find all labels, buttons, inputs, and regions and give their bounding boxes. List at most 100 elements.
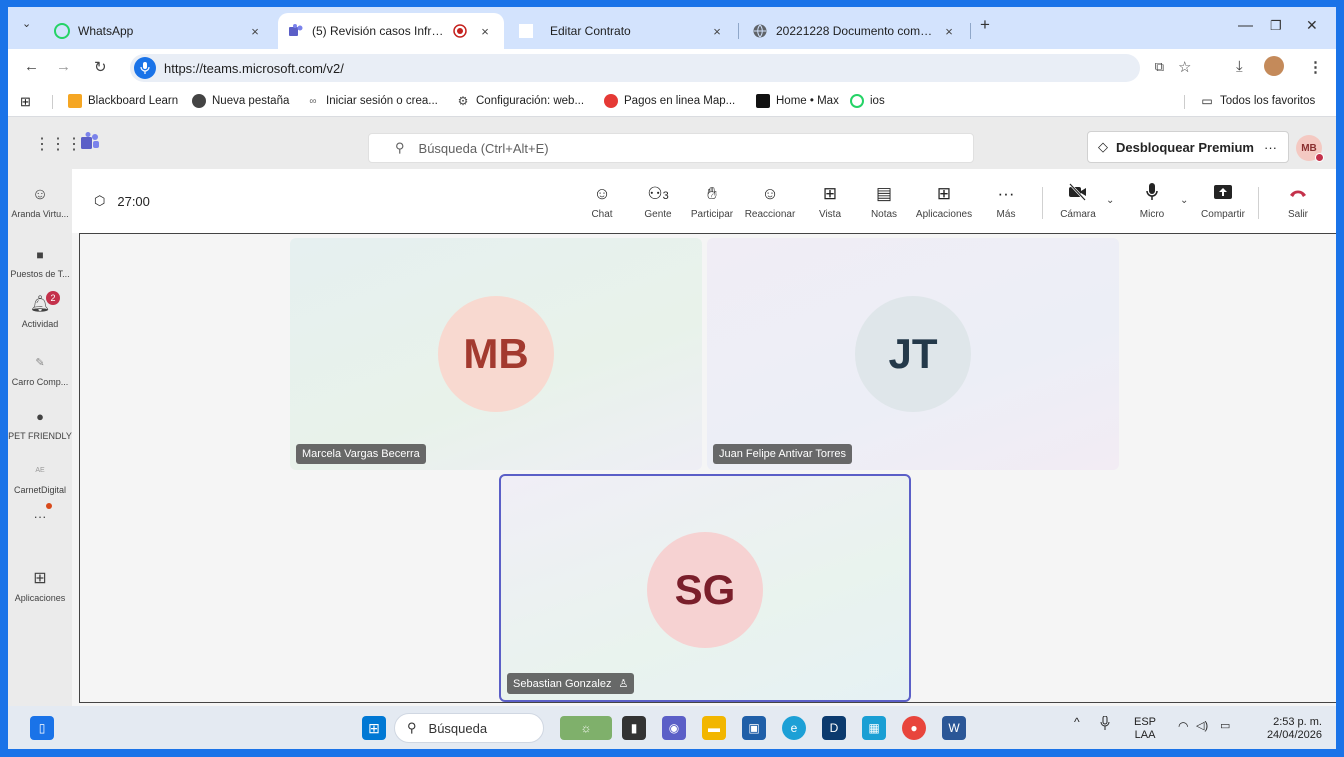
cast-icon[interactable]: ⧉ xyxy=(1155,59,1164,75)
disney-plus-icon[interactable]: D xyxy=(822,716,846,740)
camera-button[interactable]: Cámara xyxy=(1056,183,1100,220)
rail-item-actividad[interactable]: 🔔︎ 2 Actividad xyxy=(8,291,72,329)
user-avatar[interactable]: MB xyxy=(1296,135,1324,162)
notes-button[interactable]: ▤ Notas xyxy=(864,183,904,220)
teams-header: ⋮⋮⋮ ⚲ Búsqueda (Ctrl+Alt+E) ◇ Desbloquea… xyxy=(8,117,1336,169)
max-icon xyxy=(756,94,770,108)
tab-search-icon[interactable]: ⌄ xyxy=(22,17,31,30)
taskbar-search-input[interactable]: ⚲ Búsqueda xyxy=(394,713,544,743)
participant-avatar: JT xyxy=(855,296,971,412)
windows-start-icon[interactable]: ⊞ xyxy=(362,716,386,740)
task-view-icon[interactable]: ▮ xyxy=(622,716,646,740)
tab-documento[interactable]: 20221228 Documento complen × xyxy=(742,13,968,49)
rail-item-aranda[interactable]: ☺ Aranda Virtu... xyxy=(8,185,72,219)
search-icon: ⚲ xyxy=(407,720,417,735)
teams-chat-icon[interactable]: ◉ xyxy=(662,716,686,740)
participant-tile-active-speaker[interactable]: SG Sebastian Gonzalez ♙ xyxy=(499,474,911,702)
apps-button[interactable]: ⊞ Aplicaciones xyxy=(912,183,976,220)
rail-item-aplicaciones[interactable]: ⊞ Aplicaciones xyxy=(8,569,72,603)
people-button[interactable]: ⚇3 Gente xyxy=(638,183,678,220)
leave-button[interactable]: Salir xyxy=(1278,183,1318,220)
new-tab-button[interactable]: + xyxy=(980,15,990,35)
view-button[interactable]: ⊞ Vista xyxy=(810,183,850,220)
payment-icon xyxy=(604,94,618,108)
menu-kebab-icon[interactable]: ⋮ xyxy=(1308,58,1323,76)
back-arrow-icon[interactable]: ← xyxy=(24,58,39,75)
word-icon[interactable]: W xyxy=(942,716,966,740)
battery-icon[interactable]: ▭ xyxy=(1220,720,1230,733)
tray-chevron-icon[interactable]: ^ xyxy=(1074,716,1080,729)
mic-tray-icon[interactable] xyxy=(1100,715,1110,734)
more-options-icon[interactable]: ··· xyxy=(1264,140,1277,155)
react-button[interactable]: ☺ Reaccionar xyxy=(742,183,798,220)
more-icon: ··· xyxy=(33,509,47,524)
wifi-icon[interactable]: ◠ xyxy=(1178,720,1188,733)
toolbar-divider xyxy=(1258,187,1259,219)
meeting-toolbar: ⬡ 27:00 ☺ Chat ⚇3 Gente ✋︎ Participar ☺ … xyxy=(72,169,1336,233)
camera-options-chevron-icon[interactable]: ⌄ xyxy=(1106,195,1114,206)
more-button[interactable]: ··· Más xyxy=(986,183,1026,220)
bookmark-item[interactable]: Blackboard Learn xyxy=(68,94,178,108)
forward-arrow-icon[interactable]: → xyxy=(56,58,71,75)
chrome-taskbar-icon[interactable]: ● xyxy=(902,716,926,740)
rail-item-carro[interactable]: ✎ Carro Comp... xyxy=(8,353,72,387)
clock[interactable]: 2:53 p. m. 24/04/2026 xyxy=(1248,716,1322,742)
teams-search-input[interactable]: ⚲ Búsqueda (Ctrl+Alt+E) xyxy=(368,133,974,163)
mic-permission-icon[interactable] xyxy=(134,57,156,79)
bookmark-item[interactable]: Pagos en linea Map... xyxy=(604,94,735,108)
raise-hand-button[interactable]: ✋︎ Participar xyxy=(686,183,738,220)
diamond-icon: ◇ xyxy=(1098,139,1108,154)
add-apps-icon: ⊞ xyxy=(33,570,47,587)
download-icon[interactable]: ⤓ xyxy=(1236,58,1243,75)
weather-widget-icon[interactable]: ☼ xyxy=(560,716,612,740)
address-bar[interactable]: https://teams.microsoft.com/v2/ ⧉ xyxy=(130,54,1164,82)
all-bookmarks[interactable]: ▭ Todos los favoritos xyxy=(1200,94,1315,108)
shield-icon: ⬡ xyxy=(94,193,106,208)
store-icon[interactable]: ▣ xyxy=(742,716,766,740)
reload-icon[interactable]: ↻ xyxy=(94,58,107,76)
edge-icon[interactable]: e xyxy=(782,716,806,740)
notification-badge: 2 xyxy=(46,291,60,305)
rail-item-more[interactable]: ··· xyxy=(8,503,72,524)
share-button[interactable]: Compartir xyxy=(1196,183,1250,220)
participant-tile[interactable]: MB Marcela Vargas Becerra xyxy=(290,238,702,470)
bookmark-item[interactable]: ⚙ Configuración: web... xyxy=(456,94,584,108)
windows-taskbar: ▯ ⊞ ⚲ Búsqueda ☼ ▮ ◉ ▬ ▣ e D ▦ ● W ^ ESP… xyxy=(8,706,1336,749)
whatsapp-icon xyxy=(850,94,864,108)
apps-grid-icon[interactable]: ⊞ xyxy=(20,94,31,110)
tab-editar-contrato[interactable]: Editar Contrato × xyxy=(508,13,736,49)
participant-tile[interactable]: JT Juan Felipe Antivar Torres xyxy=(707,238,1119,470)
participant-avatar: SG xyxy=(647,532,763,648)
language-indicator[interactable]: ESP LAA xyxy=(1134,716,1156,742)
bookmark-item[interactable]: ∞ Iniciar sesión o crea... xyxy=(306,94,437,108)
bookmark-item[interactable]: Nueva pestaña xyxy=(192,94,289,108)
app-tile-icon[interactable]: ▦ xyxy=(862,716,886,740)
meeting-stage: MB Marcela Vargas Becerra JT Juan Felipe… xyxy=(79,233,1336,703)
profile-avatar-icon[interactable] xyxy=(1264,56,1284,76)
rail-item-carnet[interactable]: AE CarnetDigital xyxy=(8,461,72,495)
close-tab-icon[interactable]: × xyxy=(476,24,494,39)
camera-off-icon xyxy=(1056,183,1100,205)
mic-button[interactable]: Micro xyxy=(1132,183,1172,220)
app-launcher-icon[interactable]: ⋮⋮⋮ xyxy=(34,134,82,154)
volume-icon[interactable]: ◁) xyxy=(1196,720,1208,733)
bookmark-item[interactable]: ios xyxy=(850,94,885,108)
mic-options-chevron-icon[interactable]: ⌄ xyxy=(1180,195,1188,206)
widgets-icon[interactable]: ▯ xyxy=(30,716,54,740)
close-window-button[interactable]: ✕ xyxy=(1306,17,1318,34)
file-explorer-icon[interactable]: ▬ xyxy=(702,716,726,740)
tab-teams[interactable]: (5) Revisión casos Infraestru × xyxy=(278,13,504,49)
tab-whatsapp[interactable]: WhatsApp × xyxy=(44,13,274,49)
star-bookmark-icon[interactable]: ☆ xyxy=(1178,58,1191,76)
rail-item-puestos[interactable]: ■ Puestos de T... xyxy=(8,245,72,279)
restore-button[interactable]: ❐ xyxy=(1270,18,1282,34)
close-tab-icon[interactable]: × xyxy=(940,24,958,39)
unlock-premium-button[interactable]: ◇ Desbloquear Premium ··· xyxy=(1087,131,1289,163)
people-count: 3 xyxy=(662,190,669,202)
bookmark-item[interactable]: Home • Max xyxy=(756,94,839,108)
rail-item-pet-friendly[interactable]: ● PET FRIENDLY xyxy=(8,407,72,441)
minimize-button[interactable]: — xyxy=(1238,17,1253,34)
close-tab-icon[interactable]: × xyxy=(246,24,264,39)
close-tab-icon[interactable]: × xyxy=(708,24,726,39)
chat-button[interactable]: ☺ Chat xyxy=(582,183,622,220)
